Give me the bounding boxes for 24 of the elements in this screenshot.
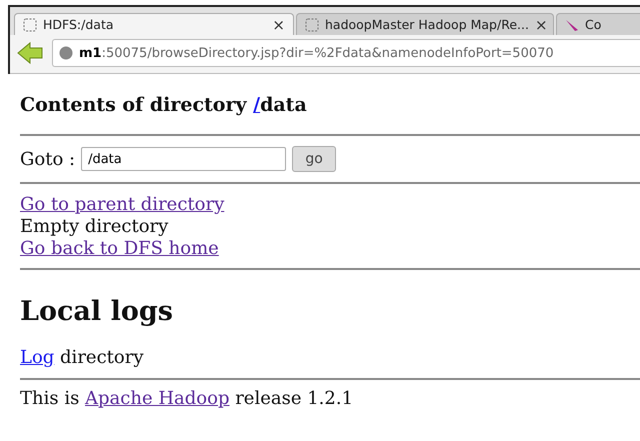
goto-label: Goto :: [20, 148, 76, 170]
browser-tab[interactable]: Co: [556, 13, 640, 35]
root-link[interactable]: /: [253, 94, 260, 116]
page-icon: [23, 18, 37, 32]
log-link[interactable]: Log: [20, 347, 54, 368]
nav-link[interactable]: Go back to DFS home: [20, 238, 219, 259]
browser-tab[interactable]: hadoopMaster Hadoop Map/Re... ×: [296, 13, 554, 35]
feather-icon: [565, 18, 579, 32]
close-icon[interactable]: ×: [534, 16, 548, 34]
go-button[interactable]: go: [292, 146, 336, 172]
page-icon: [305, 18, 319, 32]
page-heading: Contents of directory /data: [20, 94, 308, 116]
path-field[interactable]: /data: [81, 147, 286, 171]
close-icon[interactable]: ×: [272, 16, 285, 34]
nav-link[interactable]: Go to parent directory: [20, 194, 224, 215]
back-arrow-icon[interactable]: [16, 41, 44, 65]
log-text: Log directory: [20, 347, 144, 368]
hadoop-link[interactable]: Apache Hadoop: [85, 388, 230, 409]
status-text: Empty directory: [20, 216, 170, 238]
globe-icon: [59, 46, 73, 60]
address-bar[interactable]: m1:50075/browseDirectory.jsp?dir=%2Fdata&namenodeInfoPort=50070: [52, 39, 640, 67]
footer-text: This is Apache Hadoop release 1.2.1: [20, 388, 354, 409]
browser-tab[interactable]: HDFS:/data ×: [14, 13, 294, 35]
section-heading: Local logs: [20, 296, 174, 327]
